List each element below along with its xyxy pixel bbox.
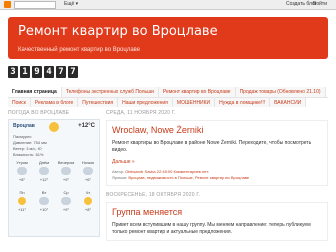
blog-post: Группа меняется Привет всем вступившим в… [106,202,328,241]
tab-offers[interactable]: Наши предложения [118,98,173,107]
tab-travel[interactable]: Путешествия [78,98,119,107]
forecast-day: Чт +8° [78,190,98,212]
tab-row-2: Поиск Реклама в блоге Путешествия Наши п… [8,97,328,107]
day-part-temp: +6° [84,177,92,182]
forecast-day-temp: +8° [84,207,92,212]
navbar-search-input[interactable] [14,1,56,9]
weather-city: Вроцлав [13,123,35,129]
weather-humidity: Влажность: 81% [13,152,44,157]
weather-wind: Ветер: 3 м/с, Ю [13,146,42,151]
tab-renovation[interactable]: Ремонт квартир во Вроцлаве [158,87,236,97]
post-title[interactable]: Wroclaw, Nowe Żerniki [112,125,322,136]
counter-digit: 7 [56,66,66,78]
tab-ads[interactable]: Реклама в блоге [30,98,79,107]
cloud-icon [39,197,49,205]
sun-icon [84,197,92,205]
day-part-temp: +8° [18,177,26,182]
sun-icon [18,197,26,205]
post-body: Ремонт квартиры во Вроцлаве в районе Now… [112,140,312,153]
blog-title[interactable]: Ремонт квартир во Вроцлаве [18,24,218,40]
read-more-link[interactable]: Дальше » [112,159,322,165]
forecast-day-name: Вт [41,190,47,195]
day-part-name: Днём [39,160,49,165]
main-content: СРЕДА, 11 НОЯБРЯ 2020 Г. Wroclaw, Nowe Ż… [106,110,328,241]
post-time-link[interactable]: 22:45:00 [157,169,173,174]
weather-sun-icon [49,122,59,132]
tab-sale-goods[interactable]: Продаж товары (Обновлено 21.10) [235,87,326,97]
weather-temperature: +12°C [78,123,95,129]
counter-digit: 4 [44,66,54,78]
cloud-icon [39,167,49,175]
forecast-day-temp: +11° [17,207,27,212]
cloud-icon [83,167,93,175]
tab-need-worker[interactable]: Нужда в ломщике!!! [215,98,271,107]
tab-search[interactable]: Поиск [8,98,31,107]
day-part-temp: +12° [39,177,49,182]
weather-day-parts: Утром +8° Днём +12° Вечером +9° Ночью +6… [12,160,98,182]
labels-links[interactable]: Вроцлав, недвижимость в Польше, Ремонт к… [128,175,249,180]
post-body: Привет всем вступившим в нашу группу. Мы… [112,222,311,235]
cloud-icon [61,167,71,175]
tab-home[interactable]: Главная страница [8,87,62,97]
blogger-navbar: Ещё ▾ Создать блог Войти [0,0,336,10]
weather-day-part: Днём +12° [34,160,54,182]
post-date: ВОСКРЕСЕНЬЕ, 18 ОКТЯБРЯ 2020 Г. [106,192,201,198]
author-link[interactable]: Oleksandr Savka [125,169,155,174]
forecast-day-temp: +10° [39,207,49,212]
forecast-day: Пн +11° [12,190,32,212]
author-prefix: Автор: [112,169,125,174]
labels-prefix: Ярлыки: [112,175,128,180]
post-footer: Автор: Oleksandr Savka 22:45:00 Коммента… [112,169,322,181]
comments-link[interactable]: Комментариев нет: [173,169,209,174]
blogger-logo-icon[interactable] [4,1,11,8]
tab-emergency-phones[interactable]: Телефоны экстренных служб Польши [61,87,159,97]
forecast-day: Вт +10° [34,190,54,212]
tab-vacancies[interactable]: ВАКАНСИИ [270,98,307,107]
weather-widget[interactable]: Вроцлав +12°C Пасмурно Давление: 754 мм … [8,119,100,237]
weather-day-part: Утром +8° [12,160,32,182]
navbar-more-menu[interactable]: Ещё ▾ [64,1,78,8]
day-part-name: Ночью [81,160,95,165]
counter-digit: 1 [20,66,30,78]
forecast-day-name: Чт [85,190,91,195]
forecast-day-temp: +9° [62,207,70,212]
forecast-day-name: Ср [63,190,69,195]
post-title[interactable]: Группа меняется [112,207,322,218]
weather-pressure: Давление: 754 мм [13,140,47,145]
weather-widget-title: ПОГОДА ВО ВРОЦЛАВЕ [8,110,70,116]
weather-condition: Пасмурно [13,134,32,139]
counter-digit: 7 [68,66,78,78]
day-part-temp: +9° [62,177,70,182]
counter-digit: 9 [32,66,42,78]
forecast-day-name: Пн [19,190,25,195]
sign-in-link[interactable]: Войти [313,1,327,8]
sidebar: ПОГОДА ВО ВРОЦЛАВЕ Вроцлав +12°C Пасмурн… [8,110,100,237]
day-part-name: Вечером [57,160,75,165]
page-tabs: Главная страница Телефоны экстренных слу… [8,87,328,107]
weather-day-part: Ночью +6° [78,160,98,182]
visitor-counter: 3 1 9 4 7 7 [8,66,78,78]
cloud-icon [17,167,27,175]
post-date: СРЕДА, 11 НОЯБРЯ 2020 Г. [106,110,176,116]
blog-post: Wroclaw, Nowe Żerniki Ремонт квартиры во… [106,120,328,186]
forecast-day: Ср +9° [56,190,76,212]
cloud-icon [61,197,71,205]
blog-header: Ремонт квартир во Вроцлаве Качественный … [8,17,328,59]
weather-forecast-days: Пн +11° Вт +10° Ср +9° Чт +8° [12,190,98,212]
counter-digit: 3 [8,66,18,78]
tab-scammers[interactable]: МОШЕННИКИ [172,98,216,107]
tab-row-1: Главная страница Телефоны экстренных слу… [8,87,328,97]
day-part-name: Утром [16,160,28,165]
weather-day-part: Вечером +9° [56,160,76,182]
blog-description: Качественный ремонт квартир во Вроцлаве [18,47,141,53]
